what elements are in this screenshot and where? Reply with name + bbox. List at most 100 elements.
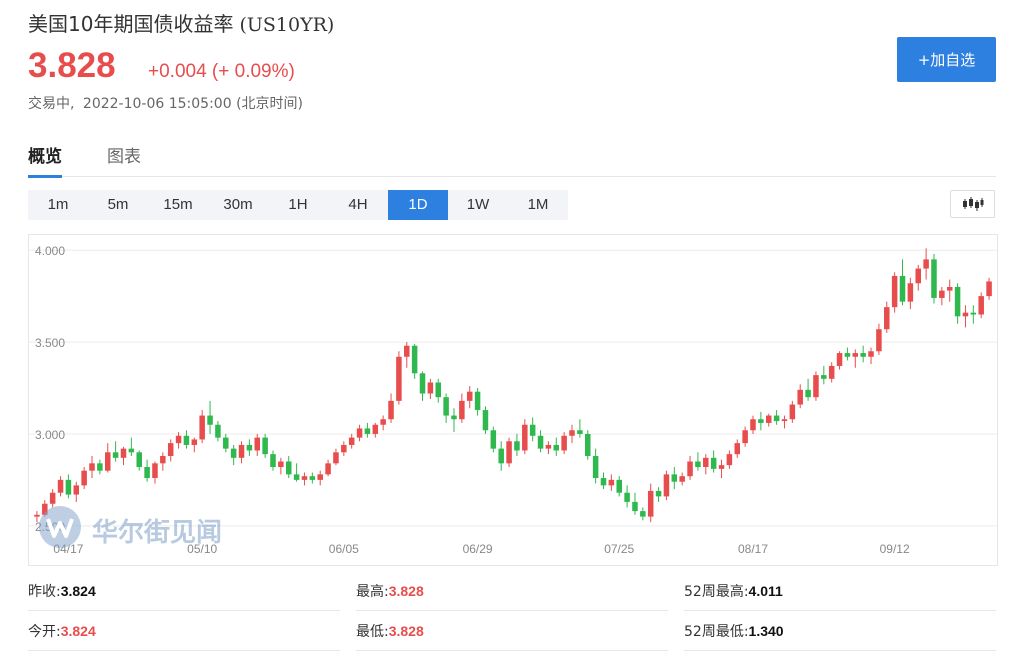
instrument-code: (US10YR) (239, 14, 335, 36)
candle-body (781, 419, 788, 422)
candle-body (616, 479, 622, 493)
candle-body (789, 404, 796, 420)
candle-body (718, 465, 725, 469)
tab-overview[interactable]: 概览 (28, 142, 62, 178)
candle-body (537, 435, 544, 449)
period-selector: 1m 5m 15m 30m 1H 4H 1D 1W 1M (28, 190, 568, 220)
stat-label: 最低: (356, 624, 389, 640)
candle-body (899, 275, 906, 302)
candle-body (852, 353, 859, 357)
candle-body (89, 463, 95, 471)
candle-body (191, 439, 198, 445)
candle-body (490, 430, 497, 449)
x-tick-label: 09/12 (880, 542, 910, 556)
candle-body (333, 452, 339, 464)
stats-table: 昨收:3.824 最高:3.828 52周最高:4.011 今开:3.824 最… (28, 572, 996, 652)
candle-body (105, 452, 111, 471)
period-1d[interactable]: 1D (388, 190, 448, 220)
candle-body (876, 329, 882, 352)
stat-label: 52周最低: (684, 624, 749, 640)
candle-body (773, 415, 780, 422)
candle-body (821, 375, 827, 379)
candle-body (459, 400, 465, 420)
candle-body (797, 389, 803, 405)
candle-body (364, 428, 371, 434)
candle-body (868, 351, 874, 357)
candle-body (884, 307, 890, 330)
candle-body (175, 435, 182, 444)
candle-body (199, 415, 205, 440)
candle-body (600, 478, 607, 486)
candle-body (301, 476, 308, 480)
candle-body (805, 389, 811, 398)
candle-body (136, 452, 142, 468)
period-5m[interactable]: 5m (88, 190, 148, 220)
period-1m[interactable]: 1m (28, 190, 88, 220)
candle-body (317, 474, 323, 480)
watermark-text: 华尔街见闻 (92, 518, 223, 548)
candle-body (585, 433, 591, 456)
candle-body (388, 400, 394, 420)
candle-body (970, 312, 977, 315)
candle-body (223, 437, 229, 449)
candle-body (758, 419, 764, 423)
candle-body (695, 461, 701, 468)
candle-body (608, 479, 615, 486)
candle-body (356, 428, 363, 438)
stat-low: 最低:3.828 (356, 612, 668, 651)
candle-body (254, 437, 261, 451)
period-1h[interactable]: 1H (268, 190, 328, 220)
candle-body (671, 474, 678, 482)
candle-body (946, 286, 953, 291)
stat-value: 4.011 (748, 583, 783, 599)
candle-body (65, 479, 72, 495)
candle-body (380, 419, 386, 425)
status-label: 交易中, (28, 96, 75, 112)
candle-body (891, 275, 898, 308)
period-1mo[interactable]: 1M (508, 190, 568, 220)
candle-body (443, 397, 449, 416)
candle-body (435, 382, 441, 398)
chart-type-button[interactable] (950, 190, 995, 218)
candle-body (640, 511, 646, 517)
page-title: 美国10年期国债收益率 (US10YR) (28, 8, 334, 37)
candle-body (923, 259, 929, 269)
candle-body (152, 463, 158, 479)
candle-body (73, 485, 80, 495)
tab-chart[interactable]: 图表 (107, 142, 141, 177)
status-datetime: 2022-10-06 15:05:00 (82, 96, 232, 112)
candle-body (569, 430, 575, 436)
candle-body (81, 470, 87, 486)
stat-prev-close: 昨收:3.824 (28, 572, 340, 611)
candle-body (270, 454, 276, 468)
candle-body (836, 353, 843, 366)
candle-body (230, 448, 237, 458)
y-tick-label: 3.500 (35, 336, 65, 350)
candle-body (341, 444, 347, 453)
stat-value: 3.828 (388, 623, 424, 639)
candlestick-icon (963, 197, 984, 211)
add-watchlist-button[interactable]: +加自选 (897, 37, 996, 82)
candle-body (309, 476, 316, 480)
candle-body (765, 415, 772, 423)
watermark-logo-icon (38, 505, 82, 553)
candle-body (293, 474, 300, 480)
candle-body (183, 435, 190, 445)
stat-high: 最高:3.828 (356, 572, 668, 611)
candle-body (750, 419, 756, 431)
period-4h[interactable]: 4H (328, 190, 388, 220)
candle-body (954, 286, 961, 317)
y-tick-label: 4.000 (35, 244, 65, 258)
y-tick-label: 3.000 (35, 428, 65, 442)
period-30m[interactable]: 30m (208, 190, 268, 220)
candle-body (348, 437, 355, 445)
candle-body (687, 461, 693, 477)
candle-body (238, 444, 245, 458)
candle-body (262, 437, 268, 455)
period-1w[interactable]: 1W (448, 190, 508, 220)
candle-body (632, 501, 638, 512)
x-tick-label: 07/25 (604, 542, 634, 556)
stats-row: 昨收:3.824 最高:3.828 52周最高:4.011 (28, 572, 996, 612)
candle-body (703, 457, 709, 468)
period-15m[interactable]: 15m (148, 190, 208, 220)
